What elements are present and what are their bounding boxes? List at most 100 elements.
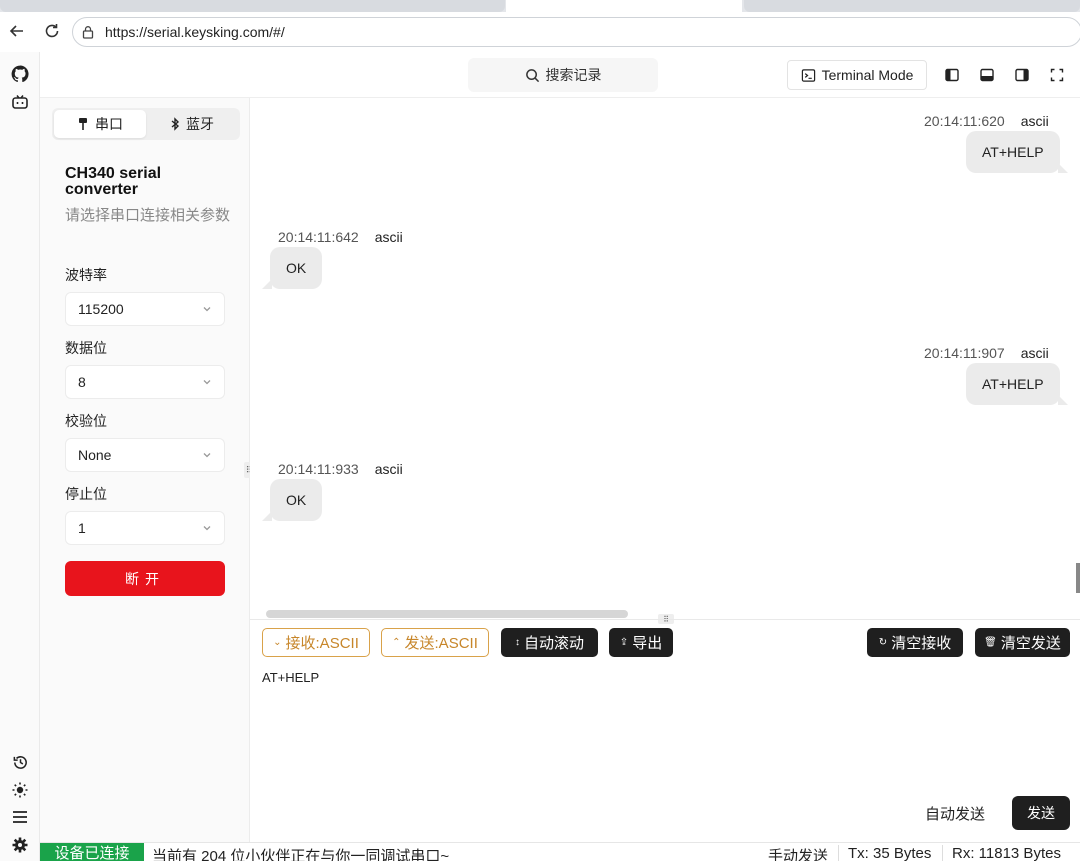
message-encoding: ascii bbox=[374, 229, 403, 245]
device-name: CH340 serial converter bbox=[65, 165, 162, 198]
terminal-mode-label: Terminal Mode bbox=[821, 67, 914, 83]
tx-format-button[interactable]: ⌃ 发送:ASCII bbox=[381, 628, 489, 657]
clear-rx-label: 清空接收 bbox=[891, 635, 952, 652]
export-button[interactable]: ⇪ 导出 bbox=[609, 628, 673, 657]
rx-format-button[interactable]: ⌄ 接收:ASCII bbox=[262, 628, 370, 657]
tx-bytes-status: Tx: 35 Bytes bbox=[848, 845, 932, 861]
url-input[interactable]: https://serial.keysking.com/#/ bbox=[72, 17, 1080, 47]
auto-scroll-button[interactable]: ↕ 自动滚动 bbox=[501, 628, 598, 657]
status-separator bbox=[942, 845, 943, 861]
reload-icon[interactable] bbox=[41, 20, 63, 42]
stop-bits-label: 停止位 bbox=[65, 486, 107, 502]
message-meta: 20:14:11:933 ascii bbox=[278, 461, 403, 477]
menu-icon[interactable] bbox=[10, 807, 30, 827]
status-bar: 设备已连接 当前有 204 位小伙伴正在与你一同调试串口~ 手动发送 Tx: 3… bbox=[40, 842, 1080, 861]
send-button[interactable]: 发送 bbox=[1012, 796, 1070, 830]
message-time: 20:14:11:907 bbox=[924, 345, 1005, 361]
browser-tab-active[interactable] bbox=[506, 0, 742, 12]
right-sidebar-toggle-icon[interactable] bbox=[1013, 66, 1031, 84]
message-bubble-sent: AT+HELP bbox=[966, 363, 1068, 405]
parity-select[interactable]: None bbox=[65, 438, 225, 472]
message-time: 20:14:11:933 bbox=[278, 461, 359, 477]
search-history-label: 搜索记录 bbox=[545, 67, 602, 83]
data-bits-label: 数据位 bbox=[65, 340, 107, 356]
history-icon[interactable] bbox=[10, 752, 30, 772]
connection-type-tabs: 串口 蓝牙 bbox=[52, 108, 240, 140]
message-bubble-received: OK bbox=[261, 479, 323, 521]
auto-send-toggle[interactable]: 自动发送 bbox=[925, 803, 985, 824]
rx-bytes-status: Rx: 11813 Bytes bbox=[952, 845, 1061, 861]
message-meta: 20:14:11:642 ascii bbox=[278, 229, 403, 245]
message-encoding: ascii bbox=[374, 461, 403, 477]
status-separator bbox=[838, 845, 839, 861]
message-meta: 20:14:11:620 ascii bbox=[924, 113, 1049, 129]
settings-panel: 串口 蓝牙 CH340 serial converter 请选择串口连接相关参数… bbox=[40, 98, 250, 842]
refresh-icon: ↻ bbox=[878, 637, 888, 648]
export-label: 导出 bbox=[632, 635, 663, 652]
chevron-down-icon bbox=[202, 450, 212, 460]
github-icon[interactable] bbox=[10, 64, 30, 84]
send-mode-status[interactable]: 手动发送 bbox=[768, 845, 828, 861]
message-time: 20:14:11:642 bbox=[278, 229, 359, 245]
horizontal-scrollbar[interactable] bbox=[266, 610, 628, 618]
browser-tabstrip bbox=[0, 0, 1080, 12]
baud-rate-label: 波特率 bbox=[65, 267, 107, 283]
browser-tab[interactable] bbox=[0, 0, 505, 12]
stop-bits-value: 1 bbox=[78, 520, 86, 536]
device-description: 请选择串口连接相关参数 bbox=[65, 207, 231, 224]
search-icon bbox=[525, 68, 539, 82]
chevron-down-icon: ⌄ bbox=[273, 637, 282, 648]
trash-icon: 🗑 bbox=[984, 637, 997, 648]
clear-tx-label: 清空发送 bbox=[1000, 635, 1061, 652]
vertical-scrollbar[interactable] bbox=[1076, 563, 1080, 593]
upload-icon: ⇪ bbox=[619, 637, 629, 648]
terminal-mode-button[interactable]: Terminal Mode bbox=[787, 60, 927, 90]
chevron-down-icon bbox=[202, 377, 212, 387]
clear-rx-button[interactable]: ↻ 清空接收 bbox=[867, 628, 963, 657]
gear-icon[interactable] bbox=[10, 835, 30, 855]
message-bubble-received: OK bbox=[261, 247, 323, 289]
baud-rate-value: 115200 bbox=[78, 301, 124, 317]
left-sidebar-toggle-icon[interactable] bbox=[943, 66, 961, 84]
message-bubble-sent: AT+HELP bbox=[966, 131, 1068, 173]
bluetooth-icon bbox=[171, 117, 180, 131]
status-message: 当前有 204 位小伙伴正在与你一同调试串口~ bbox=[152, 848, 450, 861]
browser-tab[interactable] bbox=[744, 0, 1080, 12]
send-input[interactable]: AT+HELP bbox=[262, 670, 1062, 780]
terminal-icon bbox=[801, 68, 815, 82]
message-encoding: ascii bbox=[1020, 345, 1049, 361]
chevron-down-icon bbox=[202, 523, 212, 533]
message-encoding: ascii bbox=[1020, 113, 1049, 129]
usb-icon bbox=[79, 118, 87, 130]
top-toolbar: 搜索记录 Terminal Mode bbox=[40, 52, 1080, 98]
search-history-button[interactable]: 搜索记录 bbox=[468, 58, 658, 92]
chevron-up-icon: ⌃ bbox=[392, 637, 401, 648]
tab-serial-label: 串口 bbox=[95, 116, 123, 132]
message-log[interactable]: 20:14:11:620 ascii AT+HELP 20:14:11:642 as… bbox=[250, 98, 1080, 618]
bilibili-icon[interactable] bbox=[10, 92, 30, 112]
auto-scroll-label: 自动滚动 bbox=[523, 635, 584, 652]
url-text: https://serial.keysking.com/#/ bbox=[105, 24, 285, 40]
rx-format-label: 接收:ASCII bbox=[285, 635, 359, 652]
baud-rate-select[interactable]: 115200 bbox=[65, 292, 225, 326]
data-bits-select[interactable]: 8 bbox=[65, 365, 225, 399]
scroll-icon: ↕ bbox=[514, 637, 520, 648]
connection-status-badge: 设备已连接 bbox=[40, 843, 144, 861]
chevron-down-icon bbox=[202, 304, 212, 314]
stop-bits-select[interactable]: 1 bbox=[65, 511, 225, 545]
tab-bluetooth[interactable]: 蓝牙 bbox=[146, 110, 238, 138]
parity-value: None bbox=[78, 447, 112, 463]
divider bbox=[250, 619, 1080, 620]
bottom-panel-toggle-icon[interactable] bbox=[978, 66, 996, 84]
site-info-icon[interactable] bbox=[81, 24, 97, 40]
tab-serial[interactable]: 串口 bbox=[54, 110, 146, 138]
tab-bluetooth-label: 蓝牙 bbox=[186, 116, 214, 132]
clear-tx-button[interactable]: 🗑 清空发送 bbox=[975, 628, 1070, 657]
message-time: 20:14:11:620 bbox=[924, 113, 1005, 129]
sun-icon[interactable] bbox=[10, 780, 30, 800]
fullscreen-icon[interactable] bbox=[1048, 66, 1066, 84]
back-icon[interactable] bbox=[6, 20, 28, 42]
data-bits-value: 8 bbox=[78, 374, 86, 390]
disconnect-button[interactable]: 断开 bbox=[65, 561, 225, 596]
message-meta: 20:14:11:907 ascii bbox=[924, 345, 1049, 361]
